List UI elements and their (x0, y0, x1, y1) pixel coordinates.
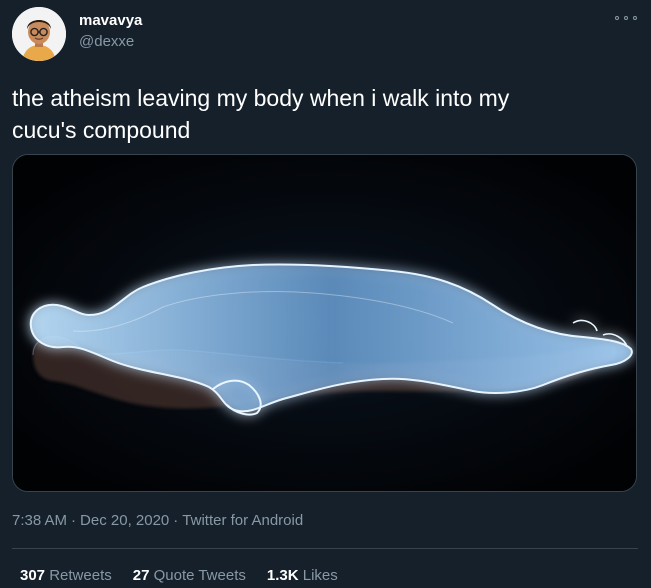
more-dot (624, 16, 628, 20)
likes-count: 1.3K (266, 567, 299, 584)
retweets-stat[interactable]: 307 Retweets (20, 566, 112, 586)
retweets-count: 307 (20, 567, 46, 584)
avatar-icon (12, 7, 66, 61)
tweet-time[interactable]: 7:38 AM (12, 512, 67, 529)
display-name[interactable]: mavavya (79, 12, 142, 30)
quote-tweets-stat[interactable]: 27 Quote Tweets (133, 566, 246, 586)
tweet-date[interactable]: Dec 20, 2020 (80, 512, 169, 529)
tweet-card: mavavya @dexxe the atheism leaving my bo… (0, 0, 651, 588)
tweet-source[interactable]: Twitter for Android (182, 512, 303, 529)
tweet-text: the atheism leaving my body when i walk … (12, 85, 510, 143)
astral-projection-image (13, 155, 636, 491)
tweet-meta: 7:38 AM · Dec 20, 2020 · Twitter for Android (12, 511, 303, 531)
likes-stat[interactable]: 1.3K Likes (267, 566, 338, 586)
avatar[interactable] (12, 7, 66, 61)
likes-label: Likes (302, 567, 338, 584)
divider (12, 548, 638, 549)
quote-tweets-label: Quote Tweets (153, 567, 246, 584)
user-handle[interactable]: @dexxe (79, 33, 134, 51)
tweet-media-image[interactable] (12, 154, 637, 492)
tweet-stats: 307 Retweets 27 Quote Tweets 1.3K Likes (20, 566, 338, 586)
meta-separator: · (173, 512, 179, 529)
quote-tweets-count: 27 (132, 567, 150, 584)
more-dot (615, 16, 619, 20)
meta-separator: · (71, 512, 77, 529)
more-options-icon[interactable] (615, 11, 637, 25)
retweets-label: Retweets (49, 567, 112, 584)
more-dot (633, 16, 637, 20)
